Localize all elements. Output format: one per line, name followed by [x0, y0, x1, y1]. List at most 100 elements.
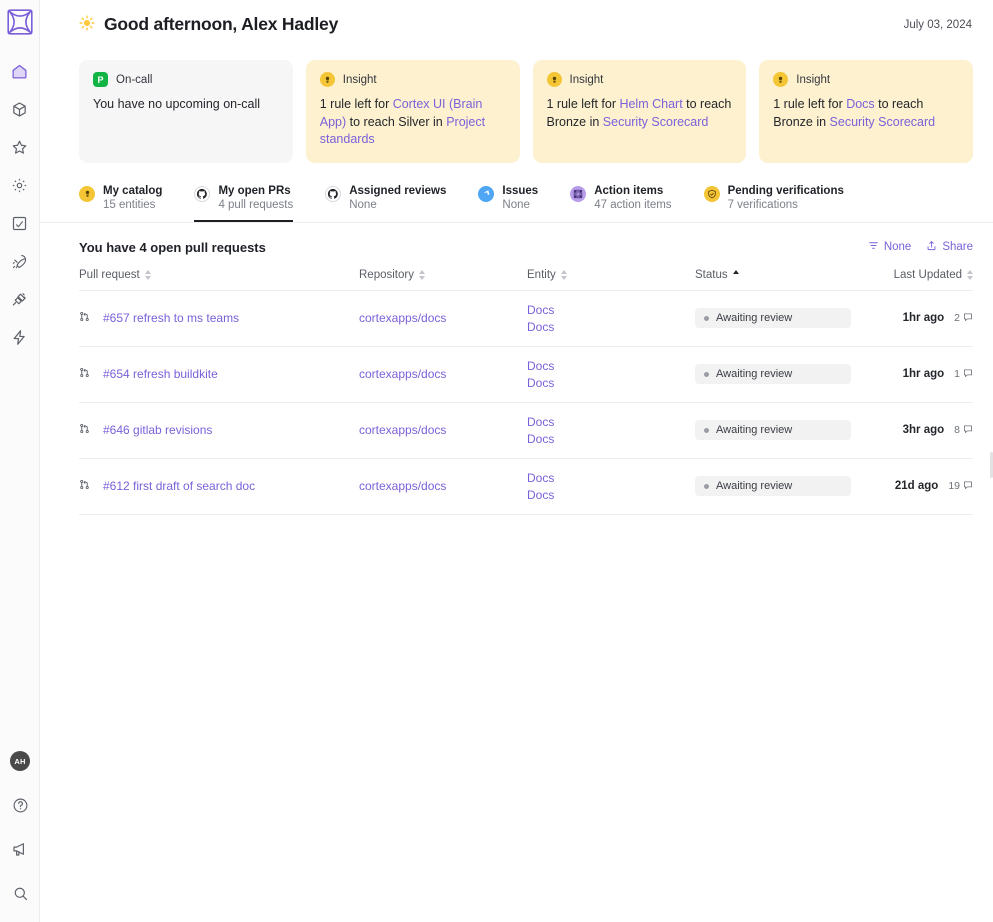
pull-request-link[interactable]: #657 refresh to ms teams	[103, 311, 239, 325]
column-header-status[interactable]: Status	[695, 268, 875, 291]
insight-card-3[interactable]: Insight 1 rule left for Docs to reach Br…	[759, 60, 973, 163]
comment-icon	[963, 424, 973, 437]
card-body: 1 rule left for Helm Chart to reach Bron…	[547, 96, 733, 131]
status-badge: Awaiting review	[695, 420, 851, 440]
sort-toggle-active[interactable]	[732, 269, 739, 280]
sidebar-item-scorecards[interactable]	[5, 132, 35, 162]
column-header-pull-request[interactable]: Pull request	[79, 268, 359, 291]
card-link-scorecard[interactable]: Security Scorecard	[830, 115, 936, 129]
pull-request-link[interactable]: #612 first draft of search doc	[103, 479, 255, 493]
sidebar-item-workflows[interactable]	[5, 322, 35, 352]
sort-toggle[interactable]	[560, 269, 567, 280]
status-badge: Awaiting review	[695, 364, 851, 384]
entity-link[interactable]: Docs	[527, 487, 695, 503]
insight-card-2[interactable]: Insight 1 rule left for Helm Chart to re…	[532, 60, 747, 163]
summary-cards: P On-call You have no upcoming on-call I…	[40, 35, 993, 163]
tab-label: Assigned reviews	[349, 184, 447, 197]
card-label: On-call	[116, 73, 153, 86]
column-header-entity[interactable]: Entity	[527, 268, 695, 291]
page-title: Good afternoon, Alex Hadley	[104, 14, 339, 34]
avatar[interactable]: AH	[5, 746, 35, 776]
card-label: Insight	[796, 73, 831, 86]
column-label: Status	[695, 268, 728, 281]
oncall-card[interactable]: P On-call You have no upcoming on-call	[79, 60, 293, 163]
search-icon[interactable]	[5, 878, 35, 908]
table-row[interactable]: #646 gitlab revisions cortexapps/docs Do…	[79, 402, 973, 459]
repository-link[interactable]: cortexapps/docs	[359, 479, 446, 493]
status-dot-icon	[704, 371, 709, 377]
column-header-last-updated[interactable]: Last Updated	[875, 268, 973, 291]
tab-assigned-reviews[interactable]: Assigned reviews None	[325, 185, 446, 222]
status-dot-icon	[704, 315, 709, 321]
cell-status: Awaiting review	[695, 346, 875, 403]
comment-count[interactable]: 8	[954, 424, 973, 437]
card-link-entity[interactable]: Docs	[846, 97, 874, 111]
repository-link[interactable]: cortexapps/docs	[359, 423, 446, 437]
sidebar-item-reports[interactable]	[5, 208, 35, 238]
list-header: You have 4 open pull requests None Share	[40, 223, 993, 255]
status-badge: Awaiting review	[695, 476, 851, 496]
comment-count-value: 19	[948, 480, 960, 492]
tab-issues[interactable]: Issues None	[478, 185, 538, 222]
filter-button[interactable]: None	[868, 240, 911, 254]
table-row[interactable]: #657 refresh to ms teams cortexapps/docs…	[79, 290, 973, 347]
comment-count[interactable]: 1	[954, 368, 973, 381]
card-label: Insight	[342, 73, 377, 86]
sort-toggle[interactable]	[144, 269, 151, 280]
cell-repository: cortexapps/docs	[359, 346, 527, 403]
tab-label: Pending verifications	[727, 184, 844, 197]
insight-card-1[interactable]: Insight 1 rule left for Cortex UI (Brain…	[305, 60, 520, 163]
comment-count-value: 2	[954, 312, 960, 324]
sort-toggle[interactable]	[967, 269, 973, 280]
entity-link[interactable]: Docs	[527, 414, 695, 430]
pull-request-link[interactable]: #654 refresh buildkite	[103, 367, 218, 381]
comment-icon	[963, 480, 973, 493]
main-content: Good afternoon, Alex Hadley July 03, 202…	[40, 0, 993, 922]
comment-icon	[963, 368, 973, 381]
share-label: Share	[942, 241, 973, 253]
megaphone-icon[interactable]	[5, 834, 35, 864]
card-header: Insight	[773, 72, 959, 87]
sidebar-item-settings[interactable]	[5, 170, 35, 200]
tab-pending-verifications[interactable]: Pending verifications 7 verifications	[703, 184, 844, 222]
sidebar-item-initiatives[interactable]	[5, 246, 35, 276]
cell-entity: Docs Docs	[527, 402, 695, 459]
share-button[interactable]: Share	[926, 240, 973, 254]
sidebar-item-catalog[interactable]	[5, 94, 35, 124]
cell-pull-request: #654 refresh buildkite	[79, 346, 359, 403]
status-label: Awaiting review	[716, 424, 793, 436]
entity-link[interactable]: Docs	[527, 375, 695, 391]
comment-count[interactable]: 2	[954, 312, 973, 325]
lightbulb-icon	[319, 72, 335, 87]
sort-toggle[interactable]	[418, 269, 425, 280]
entity-link[interactable]: Docs	[527, 358, 695, 374]
weather-sun-icon	[79, 15, 95, 34]
pull-request-icon	[79, 479, 90, 493]
entity-link[interactable]: Docs	[527, 470, 695, 486]
column-header-repository[interactable]: Repository	[359, 268, 527, 291]
column-label: Last Updated	[893, 268, 962, 281]
help-icon[interactable]	[5, 790, 35, 820]
repository-link[interactable]: cortexapps/docs	[359, 367, 446, 381]
sidebar-item-plugins[interactable]	[5, 284, 35, 314]
repository-link[interactable]: cortexapps/docs	[359, 311, 446, 325]
cell-status: Awaiting review	[695, 458, 875, 515]
card-body: 1 rule left for Docs to reach Bronze in …	[773, 96, 959, 131]
cortex-logo-icon[interactable]	[6, 9, 33, 40]
pull-request-link[interactable]: #646 gitlab revisions	[103, 423, 212, 437]
card-link-scorecard[interactable]: Security Scorecard	[603, 115, 709, 129]
entity-link[interactable]: Docs	[527, 319, 695, 335]
tab-my-catalog[interactable]: My catalog 15 entities	[79, 185, 162, 222]
tab-my-open-prs[interactable]: My open PRs 4 pull requests	[194, 185, 294, 222]
comment-count[interactable]: 19	[948, 480, 973, 493]
entity-link[interactable]: Docs	[527, 431, 695, 447]
lightbulb-icon	[79, 185, 95, 202]
table-row[interactable]: #654 refresh buildkite cortexapps/docs D…	[79, 346, 973, 403]
tab-action-items[interactable]: Action items 47 action items	[570, 185, 672, 222]
card-link-entity[interactable]: Helm Chart	[619, 97, 682, 111]
cell-last-updated: 1hr ago 1	[875, 346, 973, 403]
table-row[interactable]: #612 first draft of search doc cortexapp…	[79, 458, 973, 515]
entity-link[interactable]: Docs	[527, 302, 695, 318]
status-label: Awaiting review	[716, 480, 793, 492]
sidebar-item-home[interactable]	[5, 56, 35, 86]
